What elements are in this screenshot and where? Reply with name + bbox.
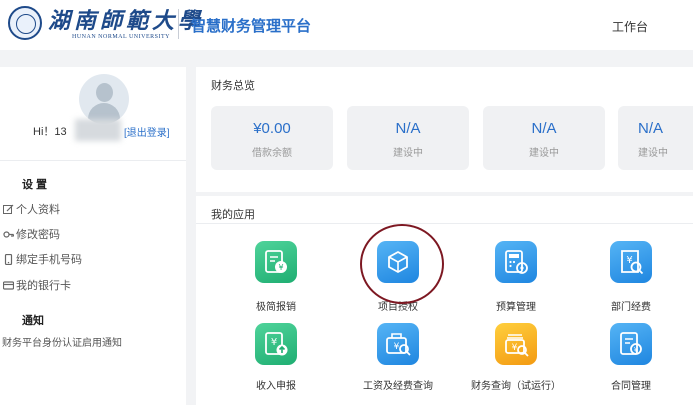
stat-card-under-construction[interactable]: N/A 建设中 — [347, 106, 469, 170]
income-report-icon: ¥ — [255, 323, 297, 365]
finance-overview: 财务总览 ¥0.00 借款余额 N/A 建设中 N/A 建设中 N/A 建设中 — [196, 67, 693, 192]
app-label: 预算管理 — [496, 302, 536, 313]
contract-icon: ¥ — [610, 323, 652, 365]
divider — [0, 160, 186, 161]
stat-label: 建设中 — [529, 148, 559, 159]
logout-link[interactable]: [退出登录] — [124, 124, 170, 139]
redacted-username — [75, 119, 121, 141]
app-tile-income-report[interactable]: ¥ 收入申报 — [231, 323, 321, 403]
app-label: 合同管理 — [611, 381, 651, 392]
phone-icon — [2, 253, 14, 265]
app-tile-department-funds[interactable]: ¥ 部门经费 — [586, 241, 676, 321]
university-name-logo: 湖南師範大學 — [48, 8, 205, 34]
stat-value: N/A — [395, 120, 421, 137]
university-seal-logo — [8, 6, 42, 40]
settings-title: 设 置 — [22, 179, 48, 191]
stat-value: ¥0.00 — [253, 120, 291, 137]
svg-text:¥: ¥ — [512, 343, 518, 353]
app-tile-contract-management[interactable]: ¥ 合同管理 — [586, 323, 676, 403]
app-tile-quick-reimbursement[interactable]: ¥ 极简报销 — [231, 241, 321, 321]
app-label: 财务查询（试运行） — [471, 381, 561, 392]
avatar — [79, 74, 129, 124]
svg-text:¥: ¥ — [278, 263, 283, 272]
finance-overview-title: 财务总览 — [211, 80, 255, 92]
top-bar: 湖南師範大學 HUNAN NORMAL UNIVERSITY 智慧财务管理平台 … — [0, 0, 693, 50]
notice-title: 通知 — [22, 315, 44, 327]
app-label: 项目授权 — [378, 302, 418, 313]
app-tile-project-authorization[interactable]: 项目授权 — [353, 241, 443, 321]
budget-calculator-icon — [495, 241, 537, 283]
menu-item-bank-card[interactable]: 我的银行卡 — [2, 277, 71, 293]
app-tile-finance-query-trial[interactable]: ¥ 财务查询（试运行） — [471, 323, 561, 403]
bank-card-icon — [2, 279, 14, 291]
finance-query-icon: ¥ — [495, 323, 537, 365]
stat-label: 借款余额 — [252, 148, 292, 159]
cube-icon — [377, 241, 419, 283]
reimbursement-icon: ¥ — [255, 241, 297, 283]
university-english-name: HUNAN NORMAL UNIVERSITY — [72, 34, 170, 40]
app-tile-salary-funds-query[interactable]: ¥ 工资及经费查询 — [353, 323, 443, 403]
edit-icon — [2, 203, 14, 215]
divider — [196, 223, 693, 224]
stat-value: N/A — [638, 120, 664, 137]
stat-card-under-construction[interactable]: N/A 建设中 — [618, 106, 693, 170]
left-sidebar: Hi！13 [退出登录] 设 置 个人资料 修改密码 绑定手机号码 我的银行卡 … — [0, 67, 186, 405]
stat-label: 建设中 — [638, 148, 668, 159]
app-tile-budget-management[interactable]: 预算管理 — [471, 241, 561, 321]
stat-value: N/A — [531, 120, 557, 137]
menu-item-label: 个人资料 — [16, 204, 60, 216]
menu-item-change-password[interactable]: 修改密码 — [2, 226, 60, 242]
menu-item-bind-phone[interactable]: 绑定手机号码 — [2, 251, 82, 267]
menu-item-label: 修改密码 — [16, 229, 60, 241]
notice-item[interactable]: 财务平台身份认证启用通知 — [2, 334, 122, 349]
salary-query-icon: ¥ — [377, 323, 419, 365]
svg-text:¥: ¥ — [394, 342, 400, 352]
stat-card-under-construction[interactable]: N/A 建设中 — [483, 106, 605, 170]
app-label: 极简报销 — [256, 302, 296, 313]
key-icon — [2, 228, 14, 240]
stat-label: 建设中 — [393, 148, 423, 159]
svg-text:¥: ¥ — [271, 337, 277, 348]
department-funds-icon: ¥ — [610, 241, 652, 283]
menu-item-label: 我的银行卡 — [16, 280, 71, 292]
my-apps: 我的应用 ¥ 极简报销 项目授权 预算管理 ¥ 部门经费 ¥ 收入申报 ¥ 工资… — [196, 196, 693, 405]
user-greeting: Hi！13 — [33, 126, 67, 138]
stat-card-loan-balance[interactable]: ¥0.00 借款余额 — [211, 106, 333, 170]
app-label: 部门经费 — [611, 302, 651, 313]
menu-item-profile[interactable]: 个人资料 — [2, 201, 60, 217]
header-divider — [178, 9, 179, 39]
platform-title: 智慧财务管理平台 — [191, 18, 312, 35]
my-apps-title: 我的应用 — [211, 209, 255, 221]
app-label: 收入申报 — [256, 381, 296, 392]
svg-text:¥: ¥ — [634, 346, 639, 354]
nav-workbench[interactable]: 工作台 — [612, 18, 648, 35]
app-label: 工资及经费查询 — [363, 381, 433, 392]
menu-item-label: 绑定手机号码 — [16, 254, 82, 266]
